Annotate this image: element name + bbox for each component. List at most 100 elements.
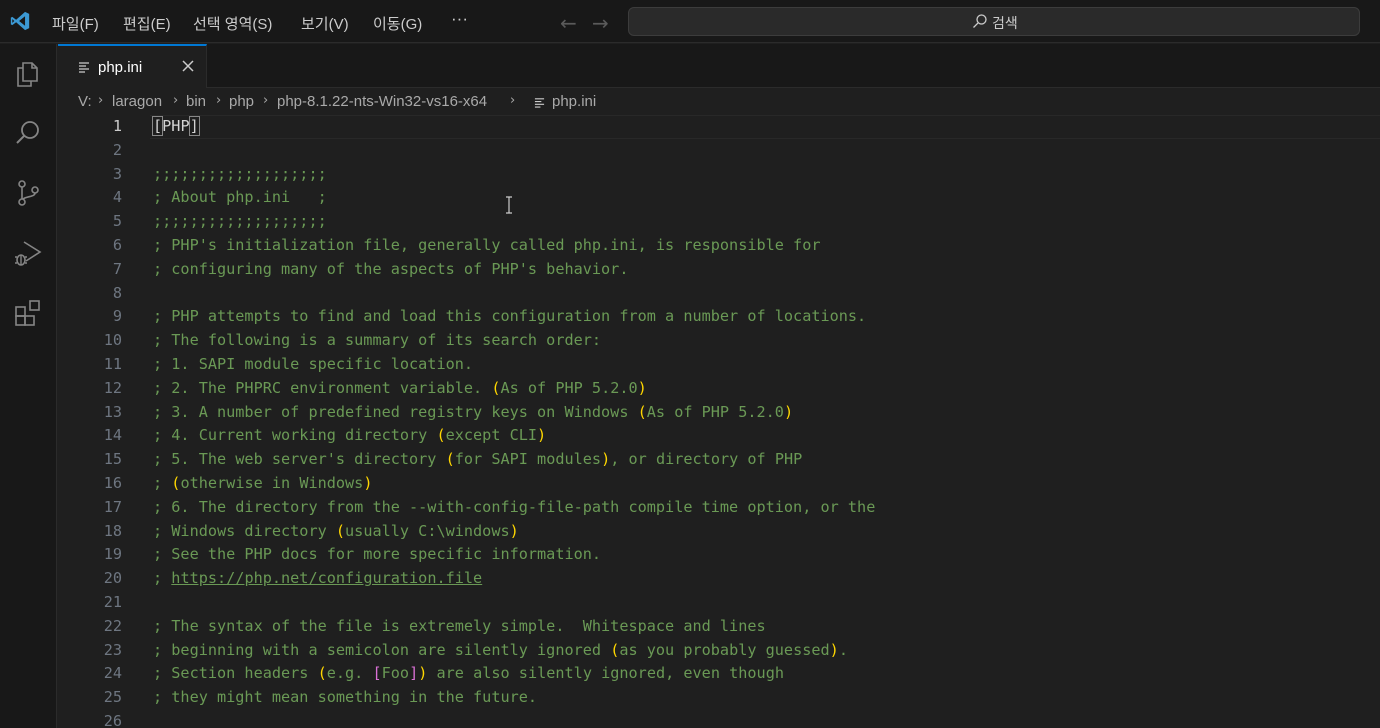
chevron-right-icon: › (263, 93, 269, 108)
line-number: 17 (103, 497, 122, 516)
menu-more-button[interactable]: ··· (451, 9, 468, 29)
code-line: 3;;;;;;;;;;;;;;;;;;; (58, 162, 1380, 186)
url-link[interactable]: https://php.net/configuration.file (171, 569, 482, 587)
code-line: 2 (58, 138, 1380, 162)
chevron-right-icon: › (216, 93, 222, 108)
line-number: 24 (103, 664, 122, 683)
line-number: 11 (103, 355, 122, 373)
line-number: 2 (112, 140, 122, 159)
code-text: ; they might mean something in the futur… (153, 688, 538, 707)
activity-bar (0, 44, 57, 728)
code-line: 21 (58, 590, 1380, 614)
code-text: ; (otherwise in Windows) (153, 474, 373, 492)
code-text: [PHP] (151, 116, 200, 136)
line-number: 16 (103, 474, 122, 492)
code-text: ; 6. The directory from the --with-confi… (153, 497, 876, 516)
menu-file[interactable]: 파일(F) (52, 13, 99, 34)
code-text: ; 1. SAPI module specific location. (153, 355, 474, 373)
code-line: 14 ; 4. Current working directory (except… (58, 423, 1380, 447)
breadcrumb-file[interactable]: php.ini (552, 93, 596, 110)
code-text: ; Section headers (e.g. [Foo]) are also … (153, 664, 784, 683)
line-number: 26 (103, 712, 122, 728)
vscode-logo-icon[interactable] (9, 10, 31, 32)
code-text: ; 4. Current working directory (except C… (153, 426, 547, 445)
extensions-icon[interactable] (12, 297, 44, 329)
command-center-search[interactable]: 검색 (628, 7, 1360, 36)
code-text: ;;;;;;;;;;;;;;;;;;; (153, 164, 327, 183)
line-number: 14 (103, 426, 122, 445)
code-line: 18 ; Windows directory (usually C:\window… (58, 519, 1380, 543)
line-number: 21 (103, 593, 122, 611)
code-text: ; 5. The web server's directory (for SAP… (153, 450, 803, 469)
code-line: 10 ; The following is a summary of its se… (58, 328, 1380, 352)
search-icon (973, 14, 987, 28)
line-number: 1 (112, 117, 122, 135)
code-line: 24 ; Section headers (e.g. [Foo]) are als… (58, 661, 1380, 685)
source-control-icon[interactable] (12, 177, 44, 209)
code-line: 25 ; they might mean something in the fut… (58, 685, 1380, 709)
chevron-right-icon: › (98, 93, 104, 108)
editor-tab-bar: php.ini (58, 44, 1380, 88)
code-text: ; PHP's initialization file, generally c… (153, 236, 821, 254)
code-line: 15 ; 5. The web server's directory (for S… (58, 447, 1380, 471)
code-line: 1 [PHP] (58, 114, 1380, 138)
search-icon[interactable] (12, 117, 44, 149)
code-line: 23 ; beginning with a semicolon are silen… (58, 638, 1380, 662)
breadcrumb-php-version[interactable]: php-8.1.22-nts-Win32-vs16-x64 (277, 93, 487, 110)
code-line: 17 ; 6. The directory from the --with-con… (58, 495, 1380, 519)
code-line: 26 (58, 709, 1380, 728)
line-number: 10 (103, 331, 122, 350)
code-line: 11 ; 1. SAPI module specific location. (58, 352, 1380, 376)
line-number: 9 (112, 307, 122, 326)
code-text: ; beginning with a semicolon are silentl… (153, 640, 848, 659)
code-line: 22 ; The syntax of the file is extremely … (58, 614, 1380, 638)
line-number: 7 (112, 259, 122, 278)
search-label: 검색 (992, 15, 1018, 31)
title-bar: 파일(F) 편집(E) 선택 영역(S) 보기(V) 이동(G) ··· ← →… (0, 0, 1380, 43)
code-text: ; configuring many of the aspects of PHP… (153, 259, 629, 278)
run-debug-icon[interactable] (12, 237, 44, 269)
code-text: ; See the PHP docs for more specific inf… (153, 545, 602, 564)
line-number: 23 (103, 640, 122, 659)
line-number: 6 (112, 236, 122, 254)
code-text: ; PHP attempts to find and load this con… (153, 307, 867, 326)
code-line: 8 (58, 281, 1380, 305)
code-line: 13 ; 3. A number of predefined registry k… (58, 400, 1380, 424)
line-number: 19 (103, 545, 122, 564)
code-text: ; 3. A number of predefined registry key… (153, 402, 794, 421)
arrow-left-icon[interactable]: ← (560, 11, 577, 35)
code-line: 7 ; configuring many of the aspects of PH… (58, 257, 1380, 281)
breadcrumb-bin[interactable]: bin (186, 93, 206, 110)
code-text: ; About php.ini ; (153, 188, 327, 207)
explorer-icon[interactable] (12, 58, 44, 90)
menu-go[interactable]: 이동(G) (373, 13, 422, 34)
tab-php-ini[interactable]: php.ini (58, 44, 207, 88)
line-number: 20 (103, 569, 122, 588)
code-text: ; The syntax of the file is extremely si… (153, 616, 766, 635)
close-icon[interactable] (179, 57, 197, 75)
code-text: ;;;;;;;;;;;;;;;;;;; (153, 212, 327, 231)
menu-edit[interactable]: 편집(E) (123, 13, 171, 34)
breadcrumb-laragon[interactable]: laragon (112, 93, 162, 110)
code-text: ; 2. The PHPRC environment variable. (As… (153, 378, 647, 397)
line-number: 12 (103, 378, 122, 397)
line-number: 13 (103, 402, 122, 421)
line-number: 18 (103, 521, 122, 540)
code-editor[interactable]: 1 [PHP] 2 3;;;;;;;;;;;;;;;;;;; 4; About php.… (58, 114, 1380, 728)
breadcrumb: V: › laragon › bin › php › php-8.1.22-nt… (58, 90, 1380, 114)
arrow-right-icon[interactable]: → (592, 11, 609, 35)
tab-label: php.ini (98, 59, 143, 76)
code-line: 5;;;;;;;;;;;;;;;;;;; (58, 209, 1380, 233)
chevron-right-icon: › (173, 93, 179, 108)
breadcrumb-drive[interactable]: V: (78, 93, 92, 110)
menu-selection[interactable]: 선택 영역(S) (193, 13, 272, 34)
file-lines-icon (79, 62, 89, 73)
file-lines-icon (534, 98, 545, 108)
code-text: ; The following is a summary of its sear… (153, 331, 602, 350)
code-text: ; https://php.net/configuration.file (153, 569, 483, 588)
text-cursor-icon (506, 196, 512, 214)
menu-view[interactable]: 보기(V) (301, 13, 349, 34)
line-number: 4 (112, 188, 122, 207)
code-line: 19 ; See the PHP docs for more specific i… (58, 542, 1380, 566)
breadcrumb-php[interactable]: php (229, 93, 254, 110)
